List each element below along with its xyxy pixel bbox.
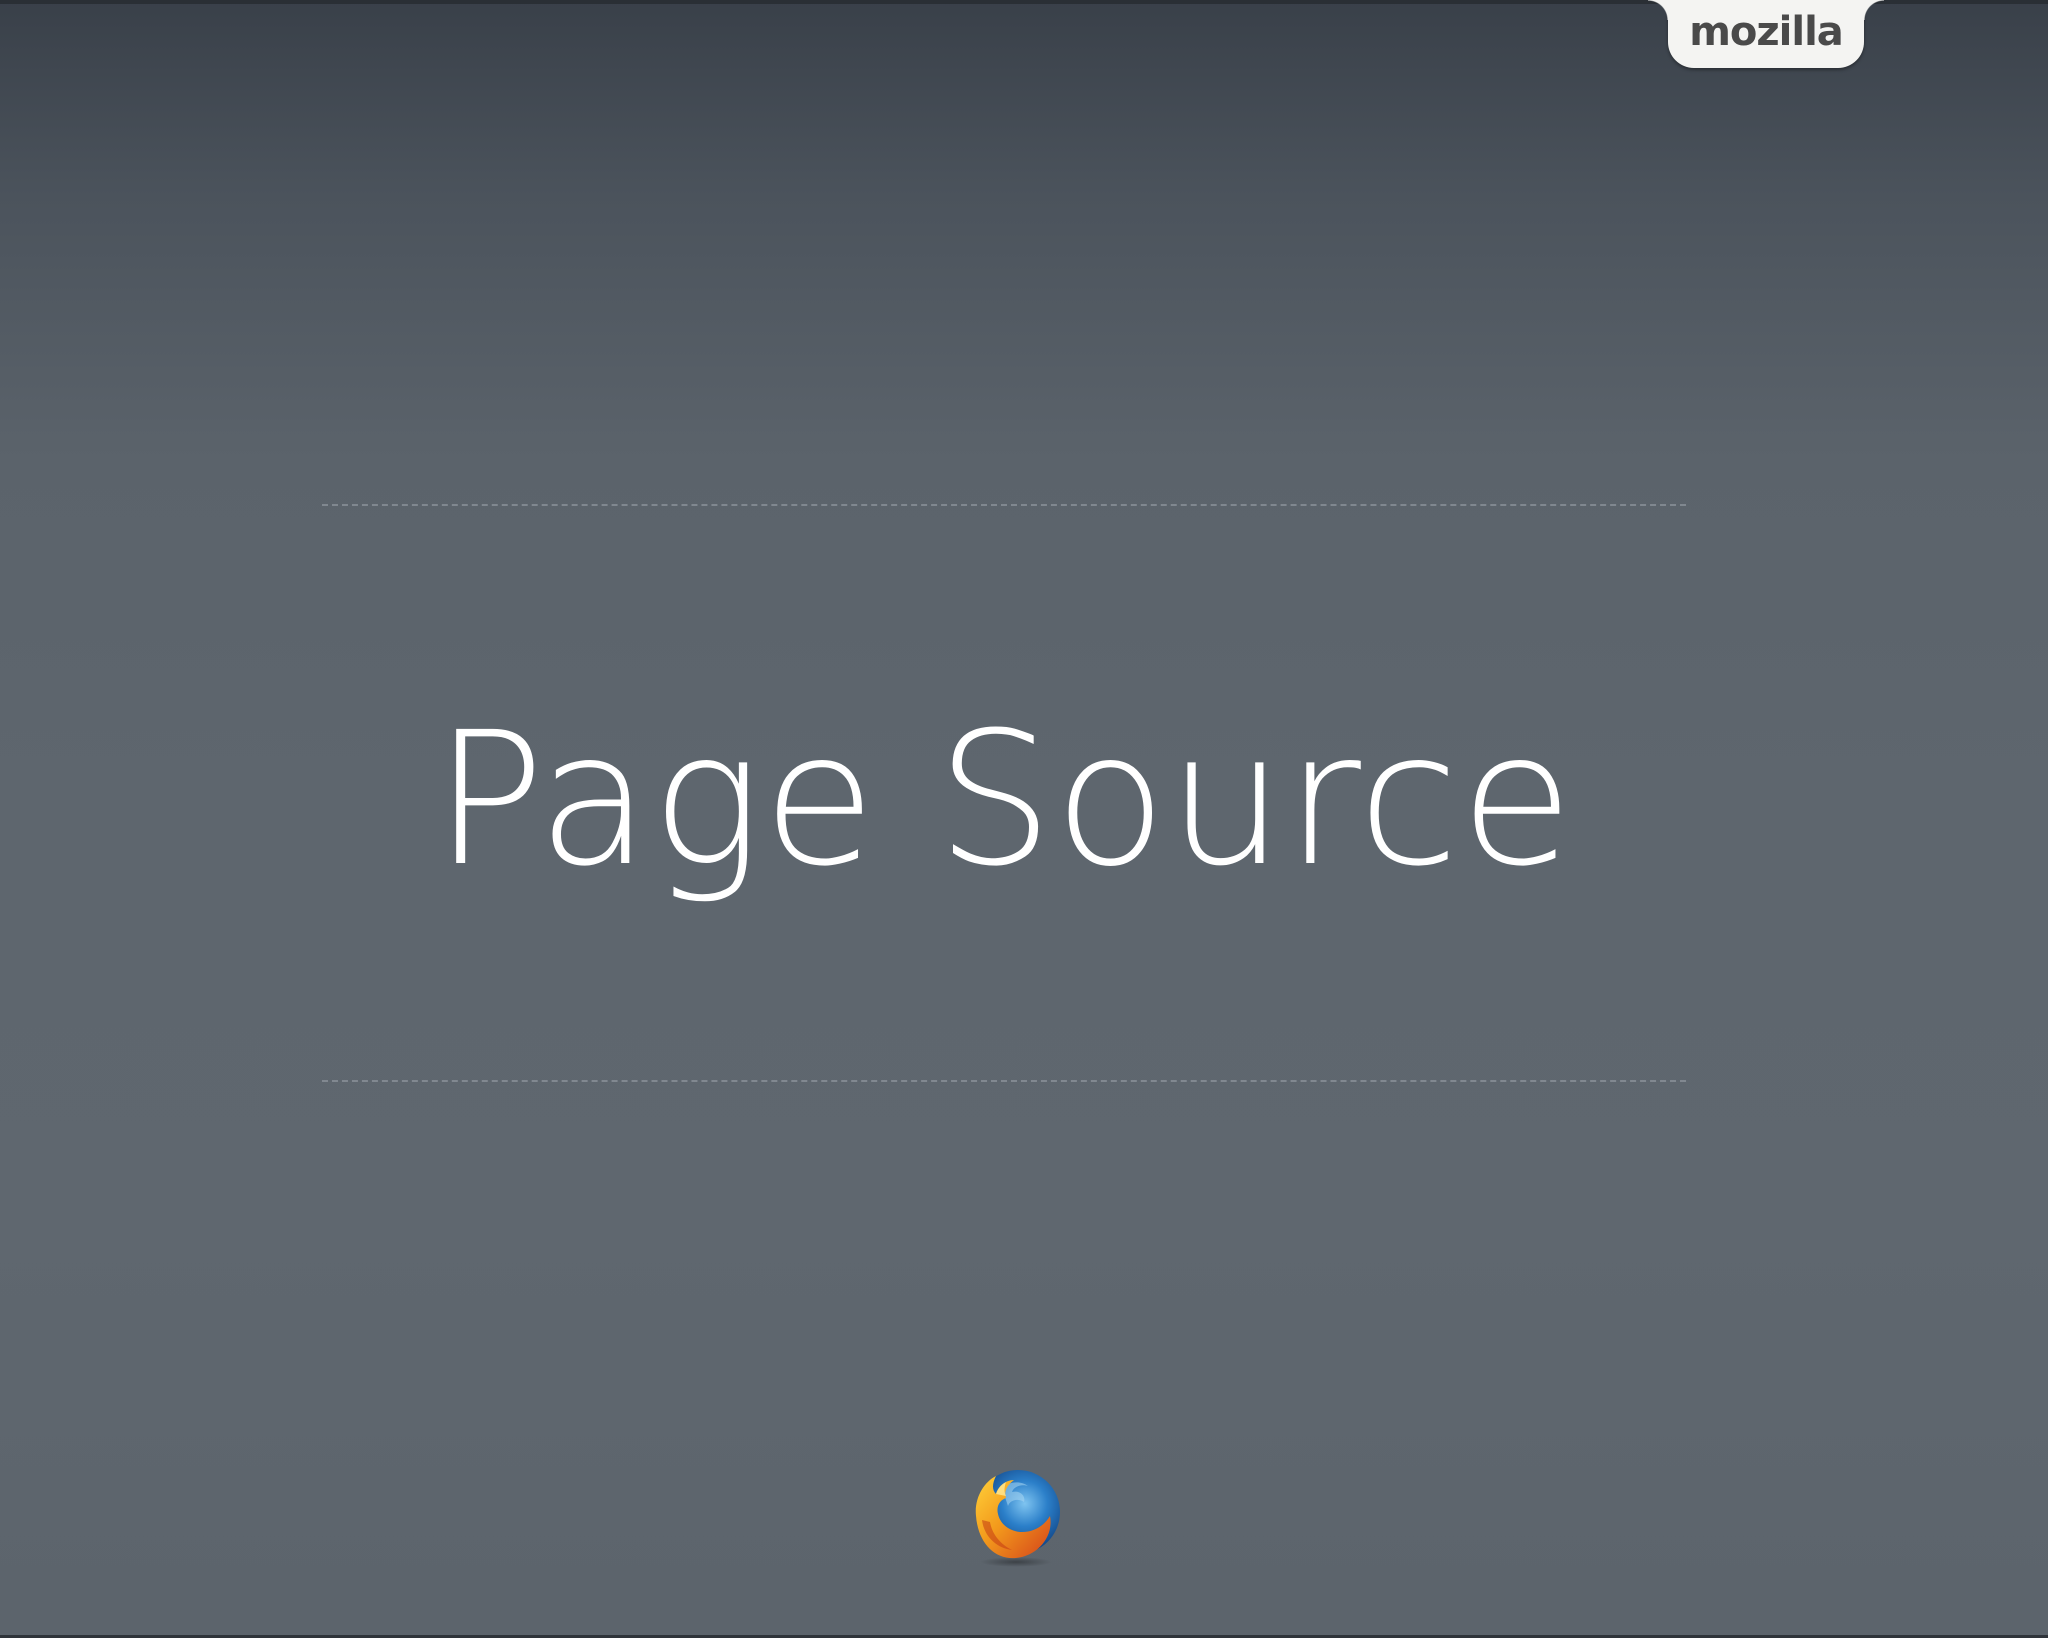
slide: mozilla Page Source bbox=[0, 0, 2048, 1638]
mozilla-wordmark: mozilla bbox=[1689, 9, 1844, 55]
firefox-logo-icon bbox=[975, 1470, 1060, 1567]
top-dashed-divider bbox=[322, 504, 1686, 506]
bottom-dashed-divider bbox=[322, 1080, 1686, 1082]
mozilla-brand-tab: mozilla bbox=[1648, 0, 1884, 68]
slide-title: Page Source bbox=[433, 693, 1575, 907]
